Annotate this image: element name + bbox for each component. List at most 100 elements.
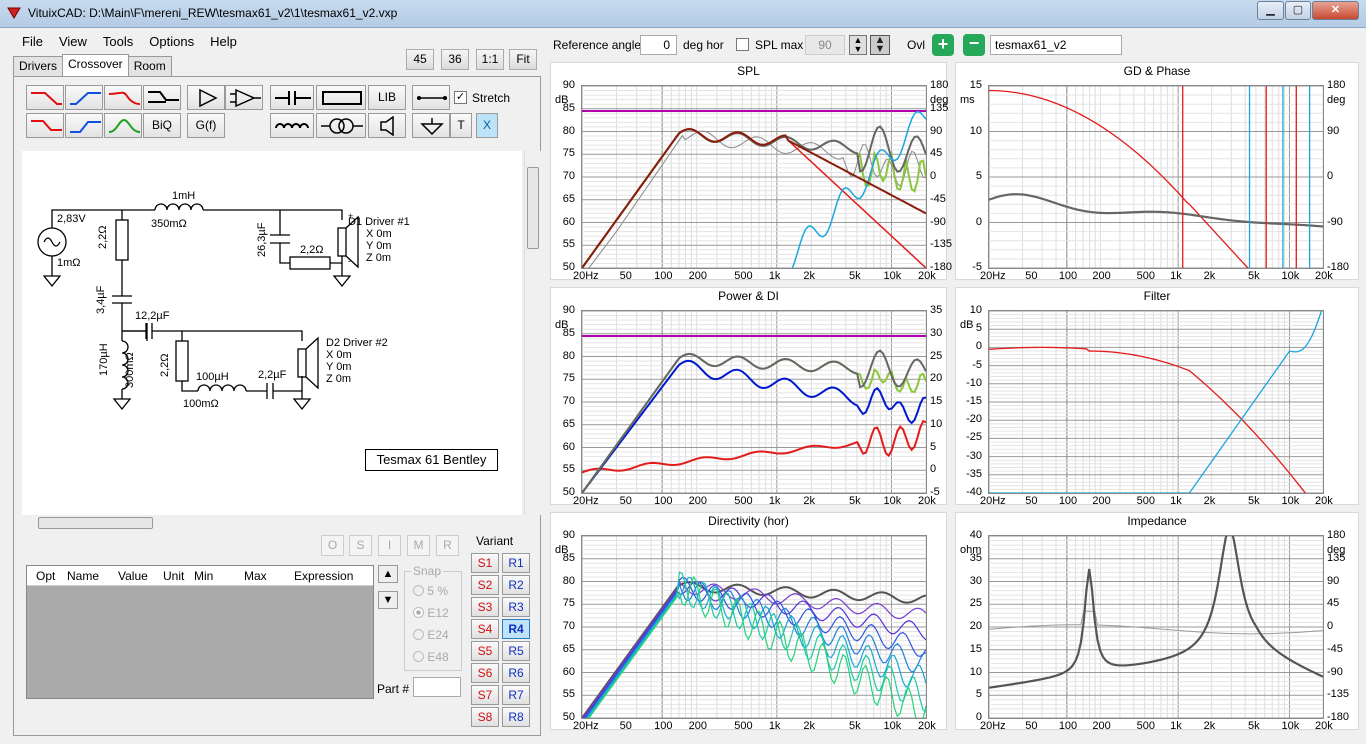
transformer-tool[interactable] <box>316 113 366 138</box>
variant-r6-button[interactable]: R6 <box>502 663 530 683</box>
opt-r-button[interactable]: R <box>436 535 459 556</box>
close-button[interactable]: ✕ <box>1312 1 1359 20</box>
capacitor-tool[interactable] <box>270 85 314 110</box>
inductor-tool[interactable] <box>270 113 314 138</box>
highpass-filter-tool[interactable] <box>65 85 103 110</box>
text-tool[interactable]: T <box>450 113 472 138</box>
chart-filter[interactable]: Filter 20Hz 50 100 200 500 1k 2k 5k 10k 20k 10 5 0 -5-… <box>955 287 1359 507</box>
menu-help[interactable]: Help <box>202 32 245 52</box>
snap-option-e24[interactable]: E24 <box>413 628 449 642</box>
lowpass-filter-2-tool[interactable] <box>26 113 64 138</box>
snap-group: Snap 5 % E12 E24 E48 <box>404 564 462 671</box>
y-unit-label: ms <box>960 94 975 106</box>
menu-view[interactable]: View <box>51 32 95 52</box>
variant-r8-button[interactable]: R8 <box>502 707 530 727</box>
variant-s4-button[interactable]: S4 <box>471 619 499 639</box>
spl-max-reset-button[interactable]: ▲ ▼ <box>870 35 890 55</box>
minimize-button[interactable]: ▁ <box>1257 1 1284 20</box>
spl-max-spinner[interactable]: ▲ ▼ <box>849 35 867 55</box>
chart-gd-phase[interactable]: GD & Phase 20Hz 50 100 200 500 1k 2k 5k 10k 20k 15 1… <box>955 62 1359 282</box>
menu-options[interactable]: Options <box>141 32 202 52</box>
ground-tool[interactable] <box>412 113 450 138</box>
variant-r7-button[interactable]: R7 <box>502 685 530 705</box>
part-input[interactable] <box>413 677 461 697</box>
schematic-canvas[interactable]: 2,83V 1mΩ 1mH 350mΩ 2,2Ω 26,3µF 2,2Ω 3,4… <box>22 151 522 515</box>
ref-angle-input[interactable]: 0 <box>640 35 677 55</box>
add-overlay-button[interactable]: + <box>932 34 954 56</box>
opt-s-button[interactable]: S <box>349 535 372 556</box>
y-tick-label: 90 <box>562 529 575 541</box>
schematic-vertical-scrollbar[interactable] <box>524 151 541 515</box>
zoom-36-button[interactable]: 36 <box>441 49 469 70</box>
opamp-tool[interactable] <box>225 85 263 110</box>
x-tick-label: 500 <box>734 495 753 507</box>
highpass-filter-2-tool[interactable] <box>65 113 103 138</box>
variant-r5-button[interactable]: R5 <box>502 641 530 661</box>
buffer-tool[interactable] <box>187 85 225 110</box>
spl-max-checkbox[interactable] <box>736 38 749 51</box>
remove-overlay-button[interactable]: − <box>963 34 985 56</box>
snap-option-e12[interactable]: E12 <box>413 606 449 620</box>
lowpass-filter-tool[interactable] <box>26 85 64 110</box>
chart-spl[interactable]: SPL 20Hz 50 100 200 500 1k 2k 5k 10k 20k 90 85 80 75 70… <box>550 62 952 282</box>
tab-room[interactable]: Room <box>127 56 172 76</box>
resistor-tool[interactable] <box>316 85 366 110</box>
variant-r1-button[interactable]: R1 <box>502 553 530 573</box>
shelf-filter-tool[interactable] <box>143 85 181 110</box>
x-tick-label: 20Hz <box>980 720 1006 732</box>
overlay-name-input[interactable]: tesmax61_v2 <box>990 35 1122 55</box>
spl-max-input[interactable]: 90 <box>805 35 845 55</box>
variant-s7-button[interactable]: S7 <box>471 685 499 705</box>
menu-tools[interactable]: Tools <box>95 32 141 52</box>
col-value: Value <box>118 569 148 583</box>
schematic-label[interactable]: Tesmax 61 Bentley <box>365 449 498 471</box>
chart-power-di[interactable]: Power & DI 20Hz 50 100 200 500 1k 2k 5k 10k 20k 90 8… <box>550 287 947 507</box>
variant-r4-button[interactable]: R4 <box>502 619 530 639</box>
lowpass-2nd-tool[interactable] <box>104 85 142 110</box>
variant-s6-button[interactable]: S6 <box>471 663 499 683</box>
y-tick-label: 30 <box>969 574 982 587</box>
move-up-button[interactable]: ▲ <box>378 565 398 583</box>
optimizer-table[interactable]: Opt Name Value Unit Min Max Expression <box>26 565 374 699</box>
variant-r3-button[interactable]: R3 <box>502 597 530 617</box>
delete-tool[interactable]: X <box>476 113 498 138</box>
x-tick-label: 100 <box>654 495 673 507</box>
library-button[interactable]: LIB <box>368 85 406 110</box>
zoom-fit-button[interactable]: Fit <box>509 49 537 70</box>
snap-option-e48[interactable]: E48 <box>413 650 449 664</box>
y2-tick-label: -5 <box>930 486 940 498</box>
menu-file[interactable]: File <box>14 32 51 52</box>
stretch-checkbox[interactable]: ✓ <box>454 91 467 104</box>
x-tick-label: 500 <box>734 270 753 282</box>
y-tick-label: 5 <box>975 688 982 701</box>
bandpass-tool[interactable] <box>104 113 142 138</box>
chart-directivity-hor[interactable]: Directivity (hor) 20Hz 50 100 200 500 1k 2k 5k 10… <box>550 512 947 732</box>
opt-o-button[interactable]: O <box>321 535 344 556</box>
opt-i-button[interactable]: I <box>378 535 401 556</box>
y-tick-label: 80 <box>562 574 575 587</box>
variant-s1-button[interactable]: S1 <box>471 553 499 573</box>
chart-impedance[interactable]: Impedance 20Hz 50 100 200 500 1k 2k 5k 10k 20k 40 35… <box>955 512 1359 732</box>
zoom-45-button[interactable]: 45 <box>406 49 434 70</box>
variant-s5-button[interactable]: S5 <box>471 641 499 661</box>
move-down-button[interactable]: ▼ <box>378 591 398 609</box>
variant-r2-button[interactable]: R2 <box>502 575 530 595</box>
maximize-button[interactable]: ▢ <box>1285 1 1311 20</box>
biquad-button[interactable]: BiQ <box>143 113 181 138</box>
schematic-horizontal-scrollbar[interactable] <box>22 515 524 532</box>
variant-s3-button[interactable]: S3 <box>471 597 499 617</box>
chart-title: GD & Phase <box>1123 64 1191 78</box>
snap-option-5pct[interactable]: 5 % <box>413 584 448 598</box>
col-max: Max <box>244 569 267 583</box>
transfer-function-button[interactable]: G(f) <box>187 113 225 138</box>
tab-drivers[interactable]: Drivers <box>13 56 63 76</box>
x-tick-label: 10k <box>883 720 902 732</box>
variant-s2-button[interactable]: S2 <box>471 575 499 595</box>
opt-m-button[interactable]: M <box>407 535 430 556</box>
driver-tool[interactable] <box>368 113 406 138</box>
zoom-1-1-button[interactable]: 1:1 <box>476 49 504 70</box>
wire-tool[interactable] <box>412 85 450 110</box>
variant-s8-button[interactable]: S8 <box>471 707 499 727</box>
tab-crossover[interactable]: Crossover <box>62 54 129 76</box>
x-tick-label: 200 <box>1092 270 1111 282</box>
